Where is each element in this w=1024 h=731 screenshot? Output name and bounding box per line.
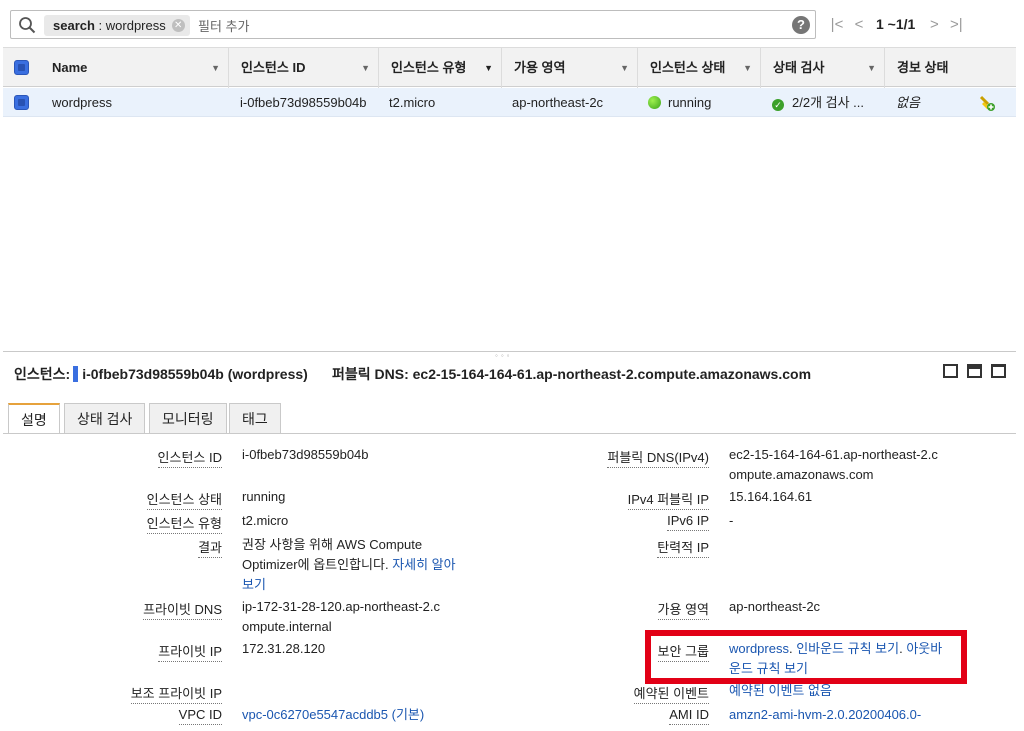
cell-availability-zone: ap-northeast-2c <box>512 95 604 110</box>
field-value-private-dns: ip-172-31-28-120.ap-northeast-2.compute.… <box>242 599 441 634</box>
column-status-check[interactable]: 상태 검사 ▼ <box>760 48 884 88</box>
drag-handle-icon[interactable]: ◦◦◦ <box>495 351 513 360</box>
prev-page-icon[interactable]: < <box>848 16 870 33</box>
vpc-id-link[interactable]: vpc-0c6270e5547acddb5 (기본) <box>242 705 424 725</box>
running-status-icon <box>648 96 661 109</box>
first-page-icon[interactable]: |< <box>826 16 848 33</box>
column-alarm-status-label: 경보 상태 <box>897 60 949 75</box>
field-value-ipv4-public-ip: 15.164.164.61 <box>729 489 813 504</box>
field-label-ipv6-ip: IPv6 IP <box>560 513 709 531</box>
column-alarm-status[interactable]: 경보 상태 <box>884 48 1016 88</box>
tab-status-checks[interactable]: 상태 검사 <box>64 403 146 433</box>
field-label-ipv4-public-ip: IPv4 퍼블릭 IP <box>560 489 709 510</box>
tab-description[interactable]: 설명 <box>8 403 60 434</box>
field-value-ipv6-ip: - <box>729 513 734 528</box>
tabs-divider <box>3 433 1016 434</box>
annotation-highlight-box <box>645 630 967 684</box>
next-page-icon[interactable]: > <box>923 16 945 33</box>
column-instance-type-label: 인스턴스 유형 <box>391 60 467 75</box>
layout-full-icon[interactable] <box>991 364 1006 378</box>
column-status-check-label: 상태 검사 <box>773 60 825 75</box>
page-range-text: 1 ~1/1 <box>876 16 916 32</box>
tab-monitoring[interactable]: 모니터링 <box>149 403 227 433</box>
cell-status-check: ✓ 2/2개 검사 ... <box>772 88 864 117</box>
field-value-instance-id: i-0fbeb73d98559b04b <box>242 447 369 462</box>
help-icon[interactable]: ? <box>792 16 810 34</box>
sort-caret-icon: ▼ <box>620 63 629 73</box>
column-name[interactable]: Name ▼ <box>40 48 228 88</box>
cell-instance-type: t2.micro <box>389 95 436 110</box>
sort-caret-icon: ▼ <box>484 63 493 73</box>
detail-public-dns: 퍼블릭 DNS: ec2-15-164-164-61.ap-northeast-… <box>332 366 812 382</box>
column-availability-zone[interactable]: 가용 영역 ▼ <box>501 48 637 88</box>
column-availability-zone-label: 가용 영역 <box>514 60 566 75</box>
field-label-finding: 결과 <box>100 537 222 558</box>
sort-caret-icon: ▼ <box>361 63 370 73</box>
field-label-public-dns: 퍼블릭 DNS(IPv4) <box>560 447 709 468</box>
cell-alarm-status: 없음 <box>896 95 920 110</box>
cell-instance-id: i-0fbeb73d98559b04b <box>240 95 367 110</box>
column-instance-id[interactable]: 인스턴스 ID ▼ <box>228 48 378 88</box>
field-value-availability-zone: ap-northeast-2c <box>729 599 821 614</box>
column-instance-type[interactable]: 인스턴스 유형 ▼ <box>378 48 501 88</box>
row-checkbox[interactable] <box>14 95 29 110</box>
token-value: wordpress <box>105 18 166 33</box>
sort-caret-icon: ▼ <box>867 63 876 73</box>
remove-token-icon[interactable]: ✕ <box>171 19 185 32</box>
field-label-instance-type: 인스턴스 유형 <box>100 513 222 534</box>
pagination: |< < 1 ~1/1 > >| <box>826 13 967 35</box>
search-icon <box>19 17 36 34</box>
search-filter-token[interactable]: search : wordpress ✕ <box>44 15 190 36</box>
layout-bottom-icon[interactable] <box>943 364 958 378</box>
column-name-label: Name <box>52 60 88 75</box>
sort-caret-icon: ▼ <box>211 63 220 73</box>
field-label-availability-zone: 가용 영역 <box>560 599 709 620</box>
sort-caret-icon: ▼ <box>743 63 752 73</box>
field-label-elastic-ip: 탄력적 IP <box>560 537 709 558</box>
field-value-instance-state: running <box>242 489 286 504</box>
layout-split-icon[interactable] <box>967 364 982 378</box>
create-alarm-icon[interactable] <box>978 94 996 112</box>
cell-name: wordpress <box>52 95 112 110</box>
column-instance-state-label: 인스턴스 상태 <box>650 60 726 75</box>
detail-title: 인스턴스: i-0fbeb73d98559b04b (wordpress) <box>14 364 308 384</box>
field-value-finding: 권장 사항을 위해 AWS Compute Optimizer에 옵트인합니다.… <box>242 535 467 595</box>
filter-input-placeholder[interactable]: 필터 추가 <box>198 16 249 35</box>
field-value-private-ip: 172.31.28.120 <box>242 641 326 656</box>
field-label-scheduled-events: 예약된 이벤트 <box>560 683 709 704</box>
selection-marker <box>73 366 79 382</box>
detail-title-value: i-0fbeb73d98559b04b (wordpress) <box>82 366 308 382</box>
column-instance-state[interactable]: 인스턴스 상태 ▼ <box>637 48 760 88</box>
field-label-private-dns: 프라이빗 DNS <box>100 599 222 620</box>
cell-instance-state: running <box>648 88 711 117</box>
token-key: search <box>53 18 95 33</box>
cell-instance-state-text: running <box>668 95 712 110</box>
check-passed-icon: ✓ <box>772 99 784 111</box>
field-label-secondary-private-ip: 보조 프라이빗 IP <box>100 683 222 704</box>
column-instance-id-label: 인스턴스 ID <box>241 60 306 75</box>
field-label-ami-id: AMI ID <box>560 707 709 725</box>
scheduled-events-link[interactable]: 예약된 이벤트 없음 <box>729 681 832 701</box>
cell-status-check-text: 2/2개 검사 ... <box>792 95 865 110</box>
last-page-icon[interactable]: >| <box>945 16 967 33</box>
field-value-public-dns: ec2-15-164-164-61.ap-northeast-2.compute… <box>729 447 938 482</box>
field-value-instance-type: t2.micro <box>242 513 289 528</box>
field-label-private-ip: 프라이빗 IP <box>100 641 222 662</box>
select-all-checkbox[interactable] <box>14 60 29 75</box>
detail-title-label: 인스턴스: <box>14 366 71 382</box>
ami-id-link[interactable]: amzn2-ami-hvm-2.0.20200406.0- <box>729 705 921 725</box>
tab-tags[interactable]: 태그 <box>229 403 281 433</box>
field-label-instance-id: 인스턴스 ID <box>100 447 222 468</box>
field-label-instance-state: 인스턴스 상태 <box>100 489 222 510</box>
field-label-vpc-id: VPC ID <box>100 707 222 725</box>
table-header: Name ▼ 인스턴스 ID ▼ 인스턴스 유형 ▼ 가용 영역 ▼ 인스턴스 상태 ▼ … <box>3 47 1016 88</box>
table-row[interactable]: wordpress i-0fbeb73d98559b04b t2.micro a… <box>3 88 1016 117</box>
search-bar[interactable]: search : wordpress ✕ 필터 추가 ? <box>10 10 816 39</box>
